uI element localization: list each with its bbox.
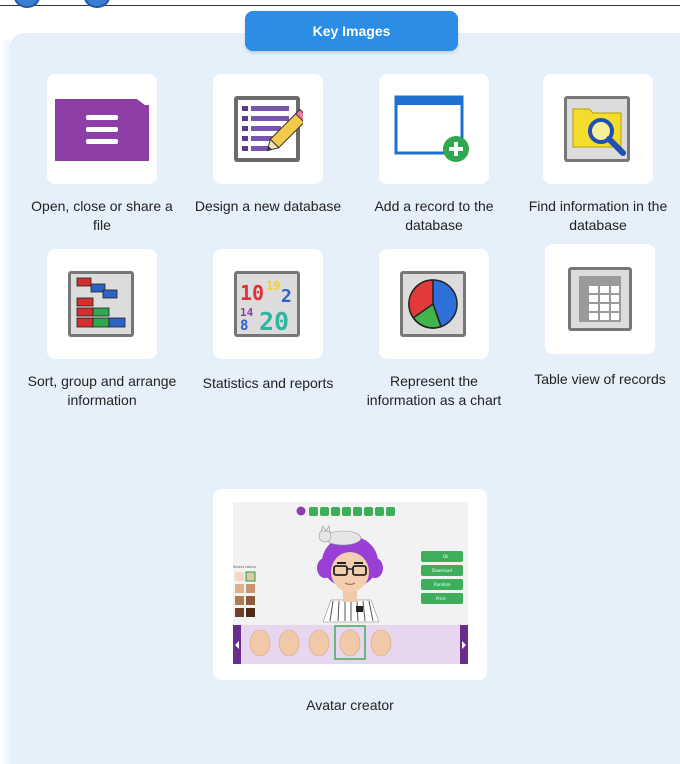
statistics-icon: 10 19 2 14 8 20	[234, 271, 300, 337]
sort-group-label: Sort, group and arrange information	[27, 373, 177, 408]
add-record-icon	[394, 95, 469, 162]
design-database-card[interactable]	[213, 74, 323, 184]
nav-circle-icon[interactable]	[84, 0, 110, 8]
sort-group-card[interactable]	[47, 249, 157, 359]
add-record-card[interactable]	[379, 74, 489, 184]
avatar-creator-label: Avatar creator	[306, 697, 394, 713]
pie-chart-icon	[400, 271, 466, 337]
open-file-card[interactable]	[47, 74, 157, 184]
sort-group-icon	[68, 271, 134, 337]
table-view-card[interactable]	[545, 244, 655, 354]
stats-number: 2	[281, 286, 292, 307]
avatar-random-button[interactable]: Random	[434, 582, 451, 587]
key-images-title-button[interactable]: Key Images	[245, 11, 458, 51]
table-view-label: Table view of records	[534, 371, 666, 387]
table-icon	[568, 267, 632, 331]
stats-number: 10	[240, 281, 264, 305]
stats-number: 8	[240, 318, 248, 334]
statistics-card[interactable]: 10 19 2 14 8 20	[213, 249, 323, 359]
add-record-label: Add a record to the database	[374, 198, 494, 233]
stats-number: 20	[259, 307, 289, 336]
find-information-card[interactable]	[543, 74, 653, 184]
avatar-ok-button[interactable]: Ok	[443, 554, 449, 559]
avatar-preview-image: Select colour Ok Download Random Print	[233, 502, 468, 664]
select-colour-label: Select colour	[233, 565, 257, 569]
avatar-screenshot: Select colour Ok Download Random Print	[233, 502, 468, 664]
nav-circle-icon[interactable]	[14, 0, 40, 8]
chart-card[interactable]	[379, 249, 489, 359]
folder-open-icon	[55, 99, 149, 161]
find-information-label: Find information in the database	[528, 198, 668, 233]
statistics-label: Statistics and reports	[202, 375, 334, 391]
panel-edge	[0, 40, 10, 764]
chart-label: Represent the information as a chart	[366, 373, 502, 408]
design-database-icon	[234, 96, 303, 162]
design-database-label: Design a new database	[194, 198, 342, 214]
stats-number: 19	[266, 279, 280, 293]
find-folder-icon	[564, 96, 630, 162]
avatar-download-button[interactable]: Download	[432, 568, 452, 573]
open-file-label: Open, close or share a file	[31, 198, 173, 233]
avatar-print-button[interactable]: Print	[436, 596, 446, 601]
avatar-creator-card[interactable]: Select colour Ok Download Random Print	[213, 489, 487, 680]
